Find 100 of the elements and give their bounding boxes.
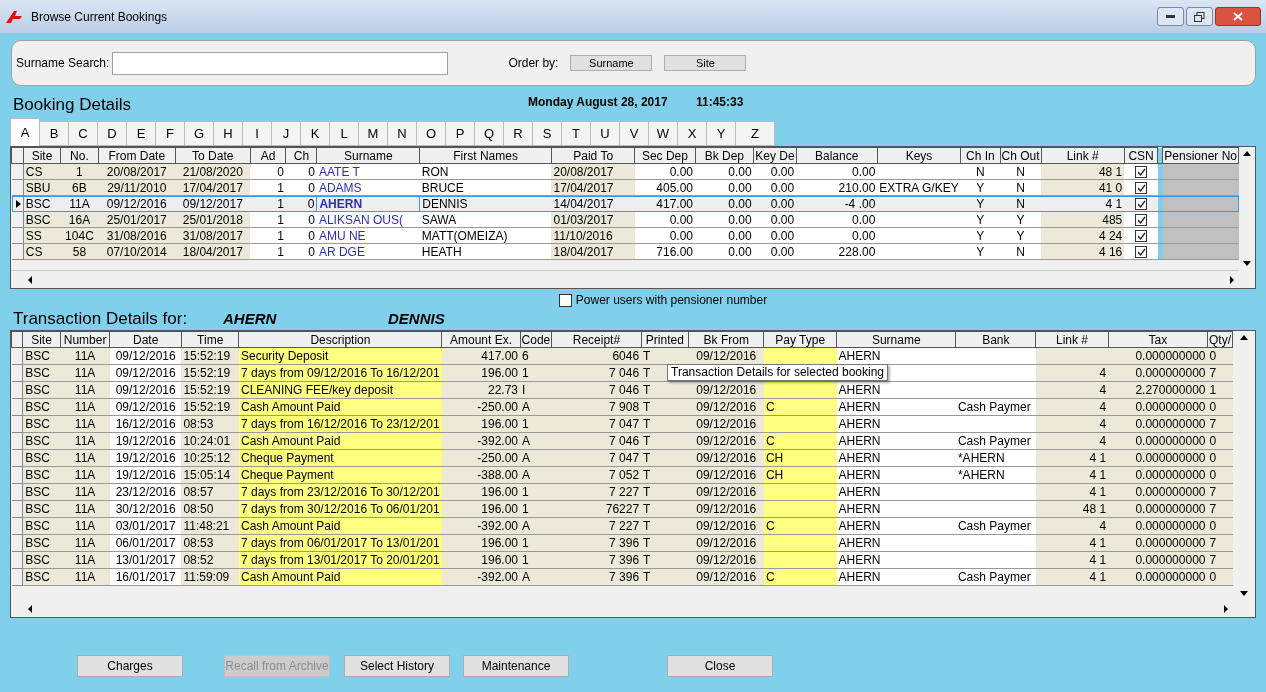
column-header[interactable]: Number [60, 331, 110, 348]
column-header[interactable]: Pay Type [763, 331, 837, 348]
letter-tab[interactable]: F [155, 121, 185, 146]
column-header[interactable]: Link # [1041, 147, 1125, 164]
column-header[interactable]: Code [520, 331, 552, 348]
column-header[interactable]: Ad [250, 147, 286, 164]
column-header[interactable]: Printed [641, 331, 689, 348]
date-label: Monday August 28, 2017 [528, 94, 669, 111]
action-button[interactable]: Close [667, 655, 773, 677]
letter-tab[interactable]: V [619, 121, 649, 146]
checkbox[interactable] [1135, 166, 1148, 179]
column-header[interactable]: Ch In [960, 147, 1001, 164]
letter-tab[interactable]: T [561, 121, 591, 146]
column-header[interactable]: Surname [836, 331, 956, 348]
app-logo-icon [5, 9, 23, 24]
close-button[interactable] [1215, 7, 1261, 26]
letter-tab[interactable]: K [300, 121, 330, 146]
surname-label: AHERN [223, 308, 278, 329]
restore-button[interactable] [1186, 7, 1213, 26]
scroll-left-icon [26, 604, 34, 613]
table-row[interactable]: CS 1 20/08/2017 21/08/2020 0 0 AATE T RON 20/08/2017 0.00 0.00 0.00 0.00 N N 48 1 [11, 163, 1239, 180]
order-by-button[interactable]: Surname [570, 55, 653, 71]
order-by-button[interactable]: Site [664, 55, 747, 71]
section-heading: Transaction Details for: [13, 308, 189, 331]
scroll-right-icon [1222, 604, 1231, 613]
tooltip: Transaction Details for selected booking [667, 364, 888, 381]
column-header[interactable]: Link # [1035, 331, 1109, 348]
column-header[interactable]: Ch [285, 147, 317, 164]
column-header[interactable]: Key De [753, 147, 797, 164]
column-header[interactable]: Bk Dep [695, 147, 754, 164]
letter-tab[interactable]: G [184, 121, 214, 146]
first-names-label: DENNIS [388, 308, 445, 329]
column-header[interactable]: Time [181, 331, 239, 348]
table-row[interactable]: BSC 11A 09/12/2016 09/12/2017 1 0 AHERN DENNIS 14/04/2017 417.00 0.00 0.00 -4 .00 Y N 4 1 [11, 195, 1239, 212]
letter-tab[interactable]: O [416, 121, 446, 146]
checkbox[interactable] [1135, 214, 1148, 227]
close-icon [1233, 12, 1243, 21]
checkbox[interactable] [1135, 246, 1148, 259]
checkbox[interactable] [1135, 230, 1148, 243]
surname-search-field[interactable] [112, 51, 449, 75]
column-header[interactable]: First Names [419, 147, 552, 164]
letter-tab[interactable]: M [358, 121, 388, 146]
letter-tab[interactable]: B [39, 121, 69, 146]
column-header[interactable]: CSN [1124, 147, 1158, 164]
column-header[interactable]: Balance [796, 147, 878, 164]
checkbox-label: Power users with pensioner number [575, 292, 768, 309]
letter-tab[interactable]: P [445, 121, 475, 146]
column-header[interactable]: Pensioner No [1162, 147, 1239, 164]
column-header[interactable]: Receipt# [551, 331, 642, 348]
letter-tab[interactable]: L [329, 121, 359, 146]
letter-tab[interactable]: E [126, 121, 156, 146]
letter-tab[interactable]: U [590, 121, 620, 146]
letter-tab[interactable]: D [97, 121, 127, 146]
letter-tab[interactable]: J [271, 121, 301, 146]
column-header[interactable]: Keys [877, 147, 961, 164]
column-header[interactable]: Site [22, 331, 61, 348]
column-header[interactable]: Date [109, 331, 182, 348]
letter-tab[interactable]: Y [706, 121, 736, 146]
checkbox[interactable] [1135, 198, 1148, 211]
column-header[interactable]: Ch Out [1000, 147, 1042, 164]
column-header[interactable]: Amount Ex. [441, 331, 521, 348]
column-header[interactable]: Paid To [551, 147, 635, 164]
checkbox[interactable] [1135, 182, 1148, 195]
letter-tab[interactable]: Z [735, 121, 775, 146]
window-title: Browse Current Bookings [31, 8, 168, 26]
column-header[interactable]: Bank [955, 331, 1036, 348]
action-button[interactable]: Charges [77, 655, 183, 677]
action-button[interactable]: Select History [344, 655, 450, 677]
column-header[interactable]: Surname [316, 147, 420, 164]
column-header[interactable]: Bk From [688, 331, 764, 348]
letter-tab[interactable]: C [68, 121, 98, 146]
letter-tab[interactable]: X [677, 121, 707, 146]
letter-tab[interactable]: S [532, 121, 562, 146]
scroll-down-icon [1243, 261, 1252, 266]
column-header[interactable]: From Date [98, 147, 176, 164]
letter-tab[interactable]: N [387, 121, 417, 146]
column-header[interactable]: Sec Dep [634, 147, 695, 164]
minimize-button[interactable] [1157, 7, 1184, 26]
minimize-icon [1166, 15, 1175, 18]
column-header[interactable]: Description [238, 331, 442, 348]
table-row[interactable]: SBU 6B 29/11/2010 17/04/2017 1 0 ADAMS BRUCE 17/04/2017 405.00 0.00 0.00 210.00 EXTRA G/KEY Y N 41 0 [11, 179, 1239, 196]
column-header[interactable]: Tax [1108, 331, 1208, 348]
scroll-left-icon [26, 275, 34, 284]
column-header[interactable]: Qty/ [1207, 331, 1233, 348]
action-button[interactable]: Maintenance [463, 655, 569, 677]
letter-tab[interactable]: Q [474, 121, 504, 146]
checkbox[interactable] [558, 293, 572, 307]
letter-tab[interactable]: H [213, 121, 243, 146]
letter-tab[interactable]: R [503, 121, 533, 146]
table-row[interactable]: CS 58 07/10/2014 18/04/2017 1 0 AR DGE HEATH 18/04/2017 716.00 0.00 0.00 228.00 Y N 4 16 [11, 243, 1239, 260]
letter-tab[interactable]: A [10, 118, 40, 146]
table-row[interactable]: SS 104C 31/08/2016 31/08/2017 1 0 AMU NE MATT(OMEIZA) 11/10/2016 0.00 0.00 0.00 0.00 Y Y 4 24 [11, 227, 1239, 244]
section-heading: Booking Details [13, 93, 133, 116]
letter-tab[interactable]: I [242, 121, 272, 146]
table-row[interactable]: BSC 16A 25/01/2017 25/01/2018 1 0 ALIKSAN OUS( SAWA 01/03/2017 0.00 0.00 0.00 0.00 Y Y 485 [11, 211, 1239, 228]
letter-tab[interactable]: W [648, 121, 678, 146]
scroll-right-icon [1228, 275, 1237, 284]
column-header[interactable]: To Date [175, 147, 251, 164]
column-header[interactable]: Site [23, 147, 61, 164]
column-header[interactable]: No. [60, 147, 99, 164]
